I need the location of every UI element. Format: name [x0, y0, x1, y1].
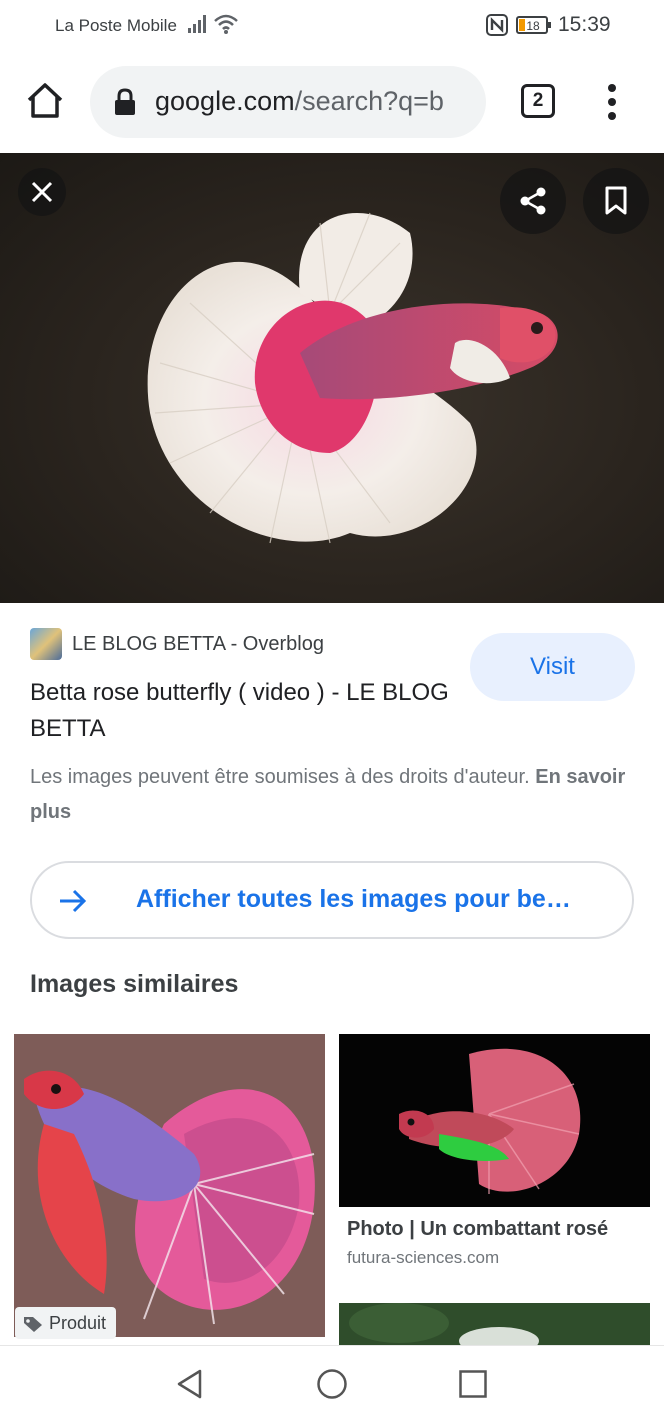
similar-images-heading: Images similaires — [30, 970, 239, 998]
save-button[interactable] — [583, 168, 649, 234]
tab-switcher-button[interactable]: 2 — [521, 84, 555, 118]
browser-toolbar: google.com/search?q=b 2 — [0, 52, 664, 152]
home-icon[interactable] — [24, 80, 66, 122]
similar-image-1[interactable] — [14, 1034, 325, 1337]
copyright-text: Les images peuvent être soumises à des d… — [30, 766, 530, 788]
view-all-images-button[interactable]: Afficher toutes les images pour be… — [30, 861, 634, 939]
wifi-icon — [214, 14, 238, 34]
similar-image-2-source: futura-sciences.com — [347, 1248, 500, 1267]
similar-image-2[interactable] — [339, 1034, 650, 1207]
close-icon — [31, 181, 53, 203]
carrier-name: La Poste Mobile — [55, 16, 177, 35]
image-thumbnail — [339, 1303, 650, 1345]
url-path: /search?q=b — [294, 86, 444, 116]
home-circle-icon[interactable] — [316, 1368, 348, 1400]
url-text[interactable]: google.com/search?q=b — [155, 86, 475, 117]
lock-icon — [115, 88, 135, 115]
more-vert-icon[interactable] — [598, 82, 626, 122]
similar-image-3[interactable] — [339, 1303, 650, 1345]
preview-image[interactable] — [0, 153, 664, 603]
source-name[interactable]: LE BLOG BETTA - Overblog — [72, 633, 324, 656]
status-bar: La Poste Mobile 18 15:39 — [0, 0, 664, 52]
nfc-icon — [486, 14, 508, 36]
system-navigation-bar — [0, 1345, 664, 1421]
close-button[interactable] — [18, 168, 66, 216]
source-favicon — [30, 628, 62, 660]
visit-button[interactable]: Visit — [470, 633, 635, 701]
product-badge-label: Produit — [49, 1313, 107, 1333]
result-title[interactable]: Betta rose butterfly ( video ) - LE BLOG… — [30, 675, 450, 747]
copyright-notice: Les images peuvent être soumises à des d… — [30, 760, 640, 830]
recents-icon[interactable] — [458, 1369, 488, 1399]
similar-image-2-title[interactable]: Photo | Un combattant rosé — [347, 1218, 608, 1241]
battery-level: 18 — [526, 19, 540, 33]
address-bar[interactable]: google.com/search?q=b — [90, 66, 486, 138]
betta-fish-thumbnail — [14, 1034, 325, 1337]
share-button[interactable] — [500, 168, 566, 234]
tag-icon — [24, 1317, 42, 1332]
signal-icon — [188, 15, 206, 33]
product-badge: Produit — [15, 1307, 117, 1339]
view-all-label: Afficher toutes les images pour be… — [136, 885, 571, 913]
arrow-right-icon — [60, 889, 87, 913]
battery-icon: 18 — [516, 16, 551, 34]
betta-fish-thumbnail — [339, 1034, 650, 1207]
back-icon[interactable] — [174, 1368, 206, 1400]
url-host: google.com — [155, 86, 295, 116]
share-icon — [520, 187, 546, 215]
clock: 15:39 — [558, 13, 611, 36]
betta-fish-image — [147, 212, 558, 544]
bookmark-icon — [605, 186, 627, 215]
